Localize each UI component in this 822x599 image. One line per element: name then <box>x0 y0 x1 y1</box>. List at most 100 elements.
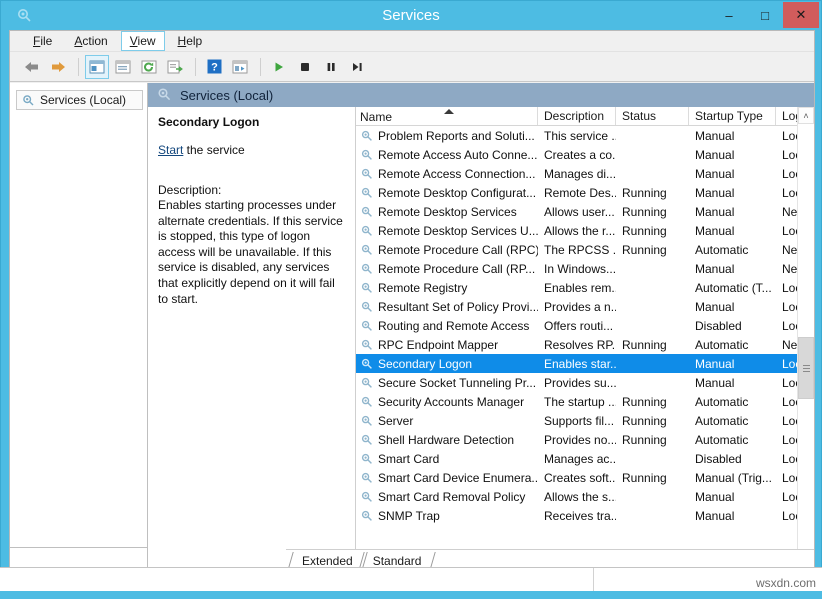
scroll-up-button[interactable]: ˄ <box>798 107 814 124</box>
cell-name: Secure Socket Tunneling Pr... <box>356 376 538 390</box>
cell-description: The RPCSS ... <box>538 243 616 257</box>
cell-name: Remote Access Connection... <box>356 167 538 181</box>
description-text: Enables starting processes under alterna… <box>158 198 345 307</box>
table-row[interactable]: Resultant Set of Policy Provi...Provides… <box>356 297 814 316</box>
table-row[interactable]: Secure Socket Tunneling Pr...Provides su… <box>356 373 814 392</box>
results-pane-title: Services (Local) <box>180 88 273 103</box>
table-row[interactable]: Remote Procedure Call (RPC)The RPCSS ...… <box>356 240 814 259</box>
service-name-text: Resultant Set of Policy Provi... <box>378 300 538 314</box>
service-name-text: Secure Socket Tunneling Pr... <box>378 376 536 390</box>
table-row[interactable]: Remote RegistryEnables rem...Automatic (… <box>356 278 814 297</box>
service-gear-icon <box>360 452 374 466</box>
cell-name: Routing and Remote Access <box>356 319 538 333</box>
service-name-text: Remote Procedure Call (RP... <box>378 262 535 276</box>
back-icon[interactable] <box>20 55 44 79</box>
export-list-icon[interactable] <box>163 55 187 79</box>
table-row[interactable]: SNMP TrapReceives tra...ManualLoc <box>356 506 814 525</box>
cell-startup-type: Manual <box>689 490 776 504</box>
table-row[interactable]: Security Accounts ManagerThe startup ...… <box>356 392 814 411</box>
table-row[interactable]: Remote Access Connection...Manages di...… <box>356 164 814 183</box>
cell-startup-type: Automatic (T... <box>689 281 776 295</box>
cell-name: RPC Endpoint Mapper <box>356 338 538 352</box>
table-row[interactable]: Routing and Remote AccessOffers routi...… <box>356 316 814 335</box>
column-header-description[interactable]: Description <box>538 107 616 125</box>
table-row[interactable]: Remote Desktop Services U...Allows the r… <box>356 221 814 240</box>
cell-description: Manages ac... <box>538 452 616 466</box>
table-row[interactable]: ServerSupports fil...RunningAutomaticLoc <box>356 411 814 430</box>
cell-startup-type: Manual <box>689 167 776 181</box>
cell-status: Running <box>616 433 689 447</box>
service-name-text: Remote Desktop Services U... <box>378 224 538 238</box>
cell-startup-type: Disabled <box>689 452 776 466</box>
table-row[interactable]: Remote Desktop ServicesAllows user...Run… <box>356 202 814 221</box>
service-gear-icon <box>360 148 374 162</box>
menu-view[interactable]: View <box>121 31 165 51</box>
minimize-button[interactable]: – <box>711 2 747 28</box>
start-service-icon[interactable] <box>267 55 291 79</box>
table-row[interactable]: Smart Card Removal PolicyAllows the s...… <box>356 487 814 506</box>
list-view-icon[interactable] <box>228 55 252 79</box>
help-icon[interactable]: ? <box>202 55 226 79</box>
cell-startup-type: Manual <box>689 262 776 276</box>
sidebar-item-services-local[interactable]: Services (Local) <box>16 90 143 110</box>
column-header-startup-type[interactable]: Startup Type <box>689 107 776 125</box>
table-row[interactable]: Problem Reports and Soluti...This servic… <box>356 126 814 145</box>
cell-description: Receives tra... <box>538 509 616 523</box>
table-row[interactable]: RPC Endpoint MapperResolves RP...Running… <box>356 335 814 354</box>
cell-startup-type: Automatic <box>689 414 776 428</box>
cell-name: Secondary Logon <box>356 357 538 371</box>
cell-status: Running <box>616 205 689 219</box>
cell-name: Resultant Set of Policy Provi... <box>356 300 538 314</box>
service-action-line: Start the service <box>158 143 345 157</box>
status-bar-left <box>0 568 594 591</box>
table-row[interactable]: Remote Procedure Call (RP...In Windows..… <box>356 259 814 278</box>
menu-action[interactable]: Action <box>65 31 116 51</box>
watermark: wsxdn.com <box>756 576 816 590</box>
column-header-name[interactable]: Name <box>356 107 538 125</box>
start-service-link[interactable]: Start <box>158 143 183 157</box>
toolbar: ? <box>10 52 814 82</box>
cell-name: SNMP Trap <box>356 509 538 523</box>
cell-startup-type: Manual <box>689 376 776 390</box>
restart-service-icon[interactable] <box>345 55 369 79</box>
maximize-button[interactable]: □ <box>747 2 783 28</box>
table-row[interactable]: Smart Card Device Enumera...Creates soft… <box>356 468 814 487</box>
list-header-row: Name Description Status Startup Type Log <box>356 107 814 126</box>
table-row[interactable]: Remote Access Auto Conne...Creates a co.… <box>356 145 814 164</box>
vertical-scrollbar[interactable]: ˄ ˅ <box>797 107 814 571</box>
cell-description: Supports fil... <box>538 414 616 428</box>
show-hide-console-tree-icon[interactable] <box>85 55 109 79</box>
service-name-text: Shell Hardware Detection <box>378 433 514 447</box>
refresh-icon[interactable] <box>137 55 161 79</box>
close-button[interactable]: ✕ <box>783 2 819 28</box>
service-gear-icon <box>360 129 374 143</box>
cell-description: Provides a n... <box>538 300 616 314</box>
table-row[interactable]: Secondary LogonEnables star...ManualLoc <box>356 354 814 373</box>
service-name-text: Smart Card <box>378 452 439 466</box>
selected-service-name: Secondary Logon <box>158 115 345 129</box>
menu-help[interactable]: Help <box>169 31 212 51</box>
cell-name: Server <box>356 414 538 428</box>
console-tree-pane: Services (Local) <box>10 83 148 571</box>
service-gear-icon <box>360 224 374 238</box>
pause-service-icon[interactable] <box>319 55 343 79</box>
cell-name: Remote Desktop Configurat... <box>356 186 538 200</box>
service-name-text: RPC Endpoint Mapper <box>378 338 498 352</box>
service-gear-icon <box>360 262 374 276</box>
window-title: Services <box>1 1 821 30</box>
table-row[interactable]: Shell Hardware DetectionProvides no...Ru… <box>356 430 814 449</box>
properties-icon[interactable] <box>111 55 135 79</box>
table-row[interactable]: Remote Desktop Configurat...Remote Des..… <box>356 183 814 202</box>
menu-file[interactable]: File <box>24 31 61 51</box>
table-row[interactable]: Smart CardManages ac...DisabledLoc <box>356 449 814 468</box>
svg-text:?: ? <box>211 62 218 74</box>
cell-name: Problem Reports and Soluti... <box>356 129 538 143</box>
forward-icon[interactable] <box>46 55 70 79</box>
vertical-scrollbar-thumb[interactable] <box>798 337 814 399</box>
stop-service-icon[interactable] <box>293 55 317 79</box>
cell-name: Smart Card Removal Policy <box>356 490 538 504</box>
cell-name: Security Accounts Manager <box>356 395 538 409</box>
cell-startup-type: Manual <box>689 129 776 143</box>
service-name-text: Remote Access Connection... <box>378 167 535 181</box>
column-header-status[interactable]: Status <box>616 107 689 125</box>
